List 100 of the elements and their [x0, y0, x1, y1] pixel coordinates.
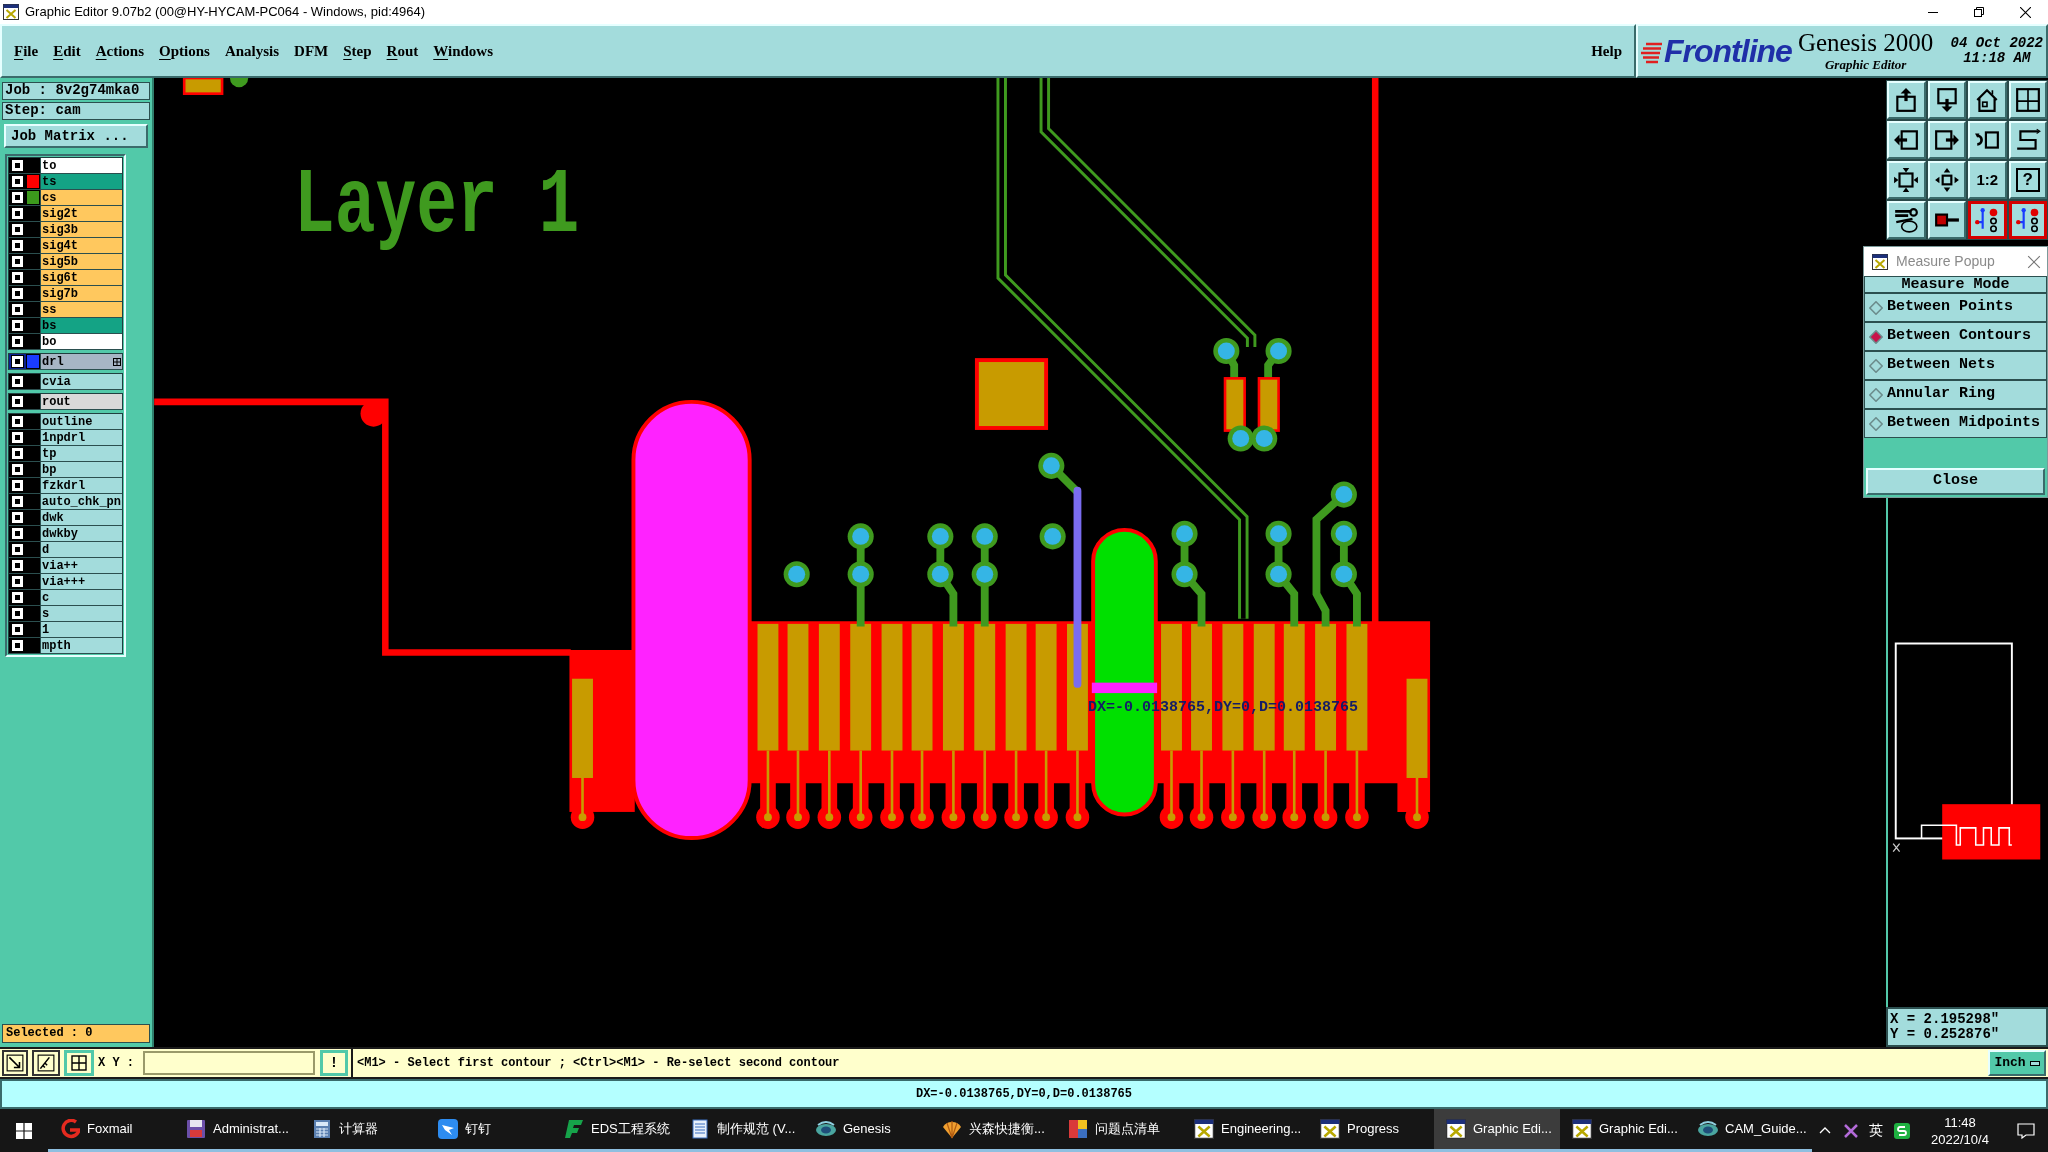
layer-button[interactable]: sig6t — [40, 270, 122, 285]
layer-button[interactable]: mpth — [40, 638, 122, 653]
tool-button[interactable] — [64, 1050, 94, 1076]
layer-toggle[interactable] — [12, 336, 23, 347]
layer-button[interactable]: sig3b — [40, 222, 122, 237]
layer-toggle[interactable] — [12, 624, 23, 635]
layer-button[interactable]: ts — [40, 174, 122, 189]
layer-toggle[interactable] — [12, 160, 23, 171]
layer-row[interactable]: bs — [9, 318, 122, 334]
menu-item[interactable]: Rout — [386, 42, 419, 60]
radio-option[interactable]: Between Contours — [1864, 322, 2047, 351]
radio-option[interactable]: Between Nets — [1864, 351, 2047, 380]
layer-row[interactable]: sig5b — [9, 254, 122, 270]
layer-button[interactable]: rout — [40, 394, 122, 409]
layer-toggle[interactable] — [12, 256, 23, 267]
layer-toggle[interactable] — [12, 576, 23, 587]
layer-toggle[interactable] — [12, 272, 23, 283]
layer-row[interactable]: auto_chk_pn — [9, 494, 122, 510]
menu-item[interactable]: Help — [1591, 42, 1622, 60]
layer-button[interactable]: cs — [40, 190, 122, 205]
layer-button[interactable]: sig4t — [40, 238, 122, 253]
layer-button[interactable]: 1 — [40, 622, 122, 637]
layer-row[interactable]: mpth — [9, 638, 122, 654]
layer-row[interactable]: bo — [9, 334, 122, 350]
layer-button[interactable]: via++ — [40, 558, 122, 573]
layer-button[interactable]: drl — [40, 354, 122, 369]
layer-toggle[interactable] — [12, 176, 23, 187]
layer-button[interactable]: bs — [40, 318, 122, 333]
layer-row[interactable]: c — [9, 590, 122, 606]
layer-button[interactable]: cvia — [40, 374, 122, 389]
layer-toggle[interactable] — [12, 356, 23, 367]
layer-button[interactable]: 1npdrl — [40, 430, 122, 445]
layer-button[interactable]: dwkby — [40, 526, 122, 541]
job-matrix-button[interactable]: Job Matrix ... — [4, 124, 148, 148]
layer-toggle[interactable] — [12, 592, 23, 603]
layer-button[interactable]: bo — [40, 334, 122, 349]
layer-toggle[interactable] — [12, 224, 23, 235]
layer-row[interactable]: to — [9, 158, 122, 174]
layer-row[interactable]: 1 — [9, 622, 122, 638]
layer-button[interactable]: d — [40, 542, 122, 557]
layer-toggle[interactable] — [12, 304, 23, 315]
layer-toggle[interactable] — [12, 608, 23, 619]
layer-toggle[interactable] — [12, 432, 23, 443]
layer-button[interactable]: auto_chk_pn — [39, 494, 122, 509]
layer-row[interactable]: ts — [9, 174, 122, 190]
layer-toggle[interactable] — [12, 528, 23, 539]
layer-button[interactable]: fzkdrl — [40, 478, 122, 493]
layer-toggle[interactable] — [12, 480, 23, 491]
layer-row[interactable]: dwk — [9, 510, 122, 526]
layer-row[interactable]: sig3b — [9, 222, 122, 238]
layer-button[interactable]: c — [40, 590, 122, 605]
menu-item[interactable]: Actions — [95, 42, 145, 60]
layer-row[interactable]: fzkdrl — [9, 478, 122, 494]
layer-toggle[interactable] — [12, 192, 23, 203]
xy-input-field[interactable] — [143, 1051, 315, 1075]
toolbar-button[interactable] — [1968, 201, 2007, 239]
menu-item[interactable]: Options — [159, 42, 210, 60]
layer-row[interactable]: sig7b — [9, 286, 122, 302]
tool-button[interactable] — [2, 1050, 28, 1076]
layer-row[interactable]: s — [9, 606, 122, 622]
layer-toggle[interactable] — [12, 208, 23, 219]
layer-button[interactable]: sig5b — [40, 254, 122, 269]
layer-toggle[interactable] — [12, 240, 23, 251]
close-button[interactable] — [2027, 254, 2041, 269]
layer-button[interactable]: dwk — [40, 510, 122, 525]
menu-item[interactable]: DFM — [294, 42, 329, 60]
layer-row[interactable]: d — [9, 542, 122, 558]
layer-toggle[interactable] — [12, 560, 23, 571]
input-language-button[interactable]: 英 — [1864, 1109, 1888, 1152]
layer-button[interactable]: bp — [40, 462, 122, 477]
toolbar-button[interactable]: 1:2 — [1968, 161, 2007, 199]
layer-row[interactable]: rout — [9, 394, 122, 410]
action-button[interactable]: ! — [320, 1050, 348, 1076]
radio-option[interactable]: Between Points — [1864, 293, 2047, 322]
tool-button[interactable] — [32, 1050, 60, 1076]
layer-button[interactable]: to — [40, 158, 122, 173]
menu-item[interactable]: Edit — [53, 42, 81, 60]
layer-toggle[interactable] — [12, 416, 23, 427]
layer-button[interactable]: via+++ — [40, 574, 122, 589]
toolbar-button[interactable] — [2008, 201, 2047, 239]
layer-row[interactable]: sig6t — [9, 270, 122, 286]
layer-button[interactable]: ss — [40, 302, 122, 317]
close-popup-button[interactable]: Close — [1866, 468, 2045, 495]
layer-row[interactable]: dwkby — [9, 526, 122, 542]
layer-button[interactable]: tp — [40, 446, 122, 461]
menu-item[interactable]: Windows — [433, 42, 494, 60]
layer-toggle[interactable] — [12, 288, 23, 299]
layer-row[interactable]: via+++ — [9, 574, 122, 590]
layer-row[interactable]: 1npdrl — [9, 430, 122, 446]
layer-button[interactable]: sig7b — [40, 286, 122, 301]
units-button[interactable]: Inch — [1988, 1050, 2046, 1076]
layer-row[interactable]: via++ — [9, 558, 122, 574]
layer-button[interactable]: outline — [40, 414, 122, 429]
radio-option[interactable]: Annular Ring — [1864, 380, 2047, 409]
layer-row[interactable]: drl — [9, 354, 122, 370]
layer-button[interactable]: sig2t — [40, 206, 122, 221]
radio-option[interactable]: Between Midpoints — [1864, 409, 2047, 438]
layer-row[interactable]: sig2t — [9, 206, 122, 222]
layer-row[interactable]: sig4t — [9, 238, 122, 254]
layer-toggle[interactable] — [11, 496, 23, 507]
